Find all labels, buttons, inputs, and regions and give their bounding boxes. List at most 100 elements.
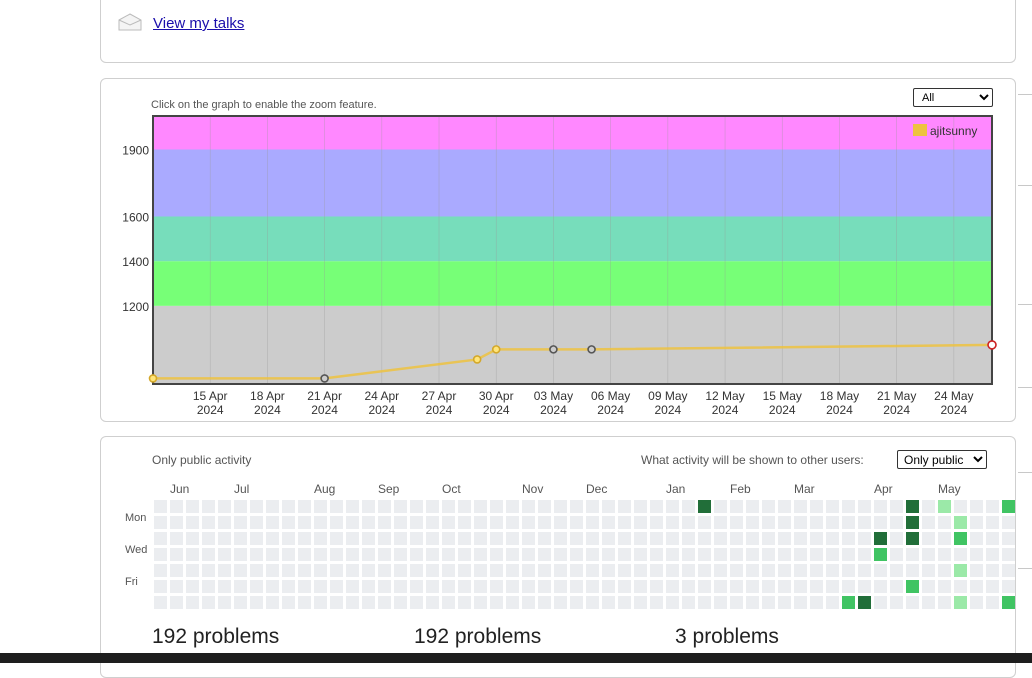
activity-day-cell[interactable] bbox=[234, 596, 247, 609]
activity-day-cell[interactable] bbox=[954, 516, 967, 529]
activity-day-cell[interactable] bbox=[234, 580, 247, 593]
activity-day-cell[interactable] bbox=[298, 596, 311, 609]
activity-day-cell[interactable] bbox=[698, 564, 711, 577]
activity-day-cell[interactable] bbox=[778, 548, 791, 561]
activity-day-cell[interactable] bbox=[906, 580, 919, 593]
activity-day-cell[interactable] bbox=[266, 516, 279, 529]
activity-day-cell[interactable] bbox=[874, 596, 887, 609]
activity-day-cell[interactable] bbox=[874, 580, 887, 593]
activity-day-cell[interactable] bbox=[298, 532, 311, 545]
activity-day-cell[interactable] bbox=[426, 564, 439, 577]
activity-day-cell[interactable] bbox=[986, 500, 999, 513]
activity-day-cell[interactable] bbox=[730, 580, 743, 593]
activity-day-cell[interactable] bbox=[842, 596, 855, 609]
activity-day-cell[interactable] bbox=[666, 596, 679, 609]
activity-day-cell[interactable] bbox=[922, 580, 935, 593]
activity-day-cell[interactable] bbox=[682, 596, 695, 609]
activity-day-cell[interactable] bbox=[154, 500, 167, 513]
activity-day-cell[interactable] bbox=[154, 564, 167, 577]
activity-day-cell[interactable] bbox=[730, 516, 743, 529]
activity-day-cell[interactable] bbox=[314, 580, 327, 593]
activity-day-cell[interactable] bbox=[250, 564, 263, 577]
activity-day-cell[interactable] bbox=[378, 564, 391, 577]
activity-day-cell[interactable] bbox=[266, 532, 279, 545]
activity-day-cell[interactable] bbox=[330, 580, 343, 593]
activity-day-cell[interactable] bbox=[202, 532, 215, 545]
activity-day-cell[interactable] bbox=[714, 564, 727, 577]
activity-day-cell[interactable] bbox=[362, 596, 375, 609]
activity-day-cell[interactable] bbox=[810, 596, 823, 609]
activity-day-cell[interactable] bbox=[522, 596, 535, 609]
activity-day-cell[interactable] bbox=[394, 516, 407, 529]
activity-day-cell[interactable] bbox=[250, 580, 263, 593]
activity-day-cell[interactable] bbox=[410, 500, 423, 513]
activity-day-cell[interactable] bbox=[906, 516, 919, 529]
activity-day-cell[interactable] bbox=[666, 564, 679, 577]
activity-day-cell[interactable] bbox=[234, 532, 247, 545]
activity-day-cell[interactable] bbox=[362, 564, 375, 577]
activity-day-cell[interactable] bbox=[330, 516, 343, 529]
activity-day-cell[interactable] bbox=[618, 516, 631, 529]
activity-day-cell[interactable] bbox=[746, 596, 759, 609]
activity-day-cell[interactable] bbox=[426, 548, 439, 561]
activity-day-cell[interactable] bbox=[890, 596, 903, 609]
activity-day-cell[interactable] bbox=[394, 596, 407, 609]
activity-day-cell[interactable] bbox=[922, 532, 935, 545]
activity-day-cell[interactable] bbox=[794, 596, 807, 609]
activity-day-cell[interactable] bbox=[1002, 580, 1015, 593]
activity-day-cell[interactable] bbox=[298, 580, 311, 593]
activity-day-cell[interactable] bbox=[650, 516, 663, 529]
activity-day-cell[interactable] bbox=[410, 516, 423, 529]
activity-day-cell[interactable] bbox=[698, 580, 711, 593]
activity-day-cell[interactable] bbox=[970, 532, 983, 545]
activity-day-cell[interactable] bbox=[186, 516, 199, 529]
activity-day-cell[interactable] bbox=[922, 548, 935, 561]
activity-day-cell[interactable] bbox=[794, 548, 807, 561]
activity-day-cell[interactable] bbox=[794, 580, 807, 593]
activity-day-cell[interactable] bbox=[170, 532, 183, 545]
activity-day-cell[interactable] bbox=[282, 548, 295, 561]
activity-day-cell[interactable] bbox=[810, 516, 823, 529]
activity-day-cell[interactable] bbox=[154, 532, 167, 545]
activity-day-cell[interactable] bbox=[970, 516, 983, 529]
activity-day-cell[interactable] bbox=[554, 500, 567, 513]
activity-day-cell[interactable] bbox=[362, 532, 375, 545]
activity-day-cell[interactable] bbox=[410, 548, 423, 561]
activity-day-cell[interactable] bbox=[858, 516, 871, 529]
activity-day-cell[interactable] bbox=[762, 596, 775, 609]
activity-day-cell[interactable] bbox=[794, 516, 807, 529]
activity-day-cell[interactable] bbox=[986, 580, 999, 593]
activity-day-cell[interactable] bbox=[570, 500, 583, 513]
activity-day-cell[interactable] bbox=[586, 548, 599, 561]
activity-day-cell[interactable] bbox=[170, 596, 183, 609]
activity-day-cell[interactable] bbox=[890, 548, 903, 561]
activity-day-cell[interactable] bbox=[762, 532, 775, 545]
activity-day-cell[interactable] bbox=[810, 580, 823, 593]
activity-day-cell[interactable] bbox=[650, 596, 663, 609]
activity-day-cell[interactable] bbox=[442, 532, 455, 545]
activity-day-cell[interactable] bbox=[314, 596, 327, 609]
activity-day-cell[interactable] bbox=[170, 516, 183, 529]
activity-day-cell[interactable] bbox=[1002, 564, 1015, 577]
activity-day-cell[interactable] bbox=[490, 500, 503, 513]
activity-day-cell[interactable] bbox=[378, 596, 391, 609]
activity-day-cell[interactable] bbox=[938, 596, 951, 609]
activity-day-cell[interactable] bbox=[986, 596, 999, 609]
activity-day-cell[interactable] bbox=[474, 500, 487, 513]
activity-day-cell[interactable] bbox=[858, 596, 871, 609]
activity-day-cell[interactable] bbox=[602, 596, 615, 609]
activity-day-cell[interactable] bbox=[938, 580, 951, 593]
activity-day-cell[interactable] bbox=[602, 500, 615, 513]
activity-day-cell[interactable] bbox=[378, 548, 391, 561]
activity-day-cell[interactable] bbox=[346, 500, 359, 513]
activity-day-cell[interactable] bbox=[762, 580, 775, 593]
activity-day-cell[interactable] bbox=[554, 596, 567, 609]
activity-day-cell[interactable] bbox=[522, 548, 535, 561]
activity-day-cell[interactable] bbox=[666, 580, 679, 593]
activity-day-cell[interactable] bbox=[970, 564, 983, 577]
activity-day-cell[interactable] bbox=[1002, 548, 1015, 561]
activity-day-cell[interactable] bbox=[890, 532, 903, 545]
activity-day-cell[interactable] bbox=[506, 548, 519, 561]
activity-day-cell[interactable] bbox=[906, 532, 919, 545]
activity-day-cell[interactable] bbox=[570, 564, 583, 577]
